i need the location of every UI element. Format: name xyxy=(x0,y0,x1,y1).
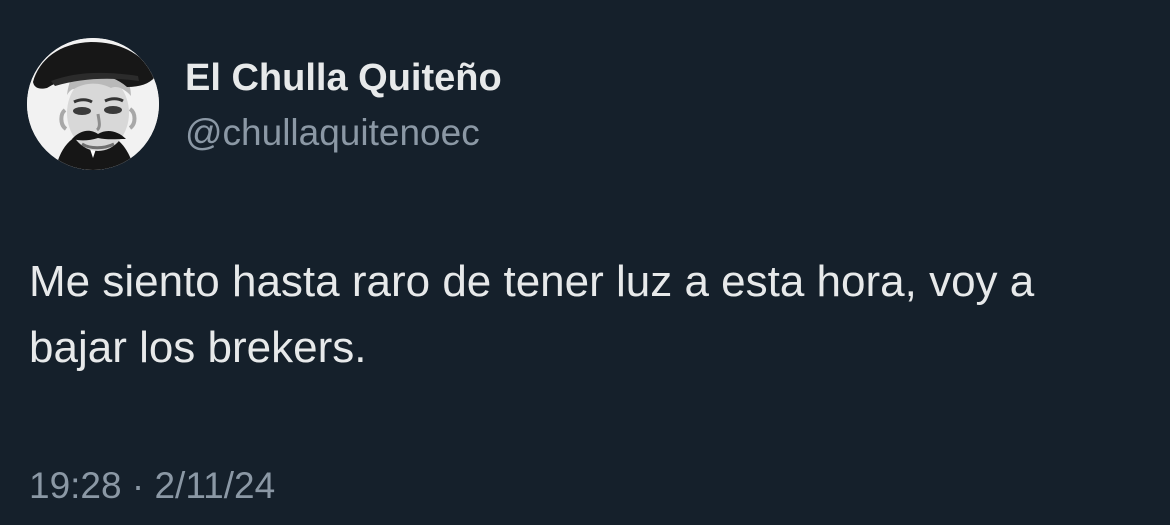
tweet-timestamp[interactable]: 19:28 · 2/11/24 xyxy=(29,463,275,509)
tweet-card: El Chulla Quiteño @chullaquitenoec Me si… xyxy=(0,0,1170,525)
author-handle[interactable]: @chullaquitenoec xyxy=(185,111,480,155)
avatar-image xyxy=(27,38,159,170)
avatar[interactable] xyxy=(27,38,159,170)
tweet-text: Me siento hasta raro de tener luz a esta… xyxy=(29,257,1035,372)
author-display-name[interactable]: El Chulla Quiteño xyxy=(185,56,502,100)
